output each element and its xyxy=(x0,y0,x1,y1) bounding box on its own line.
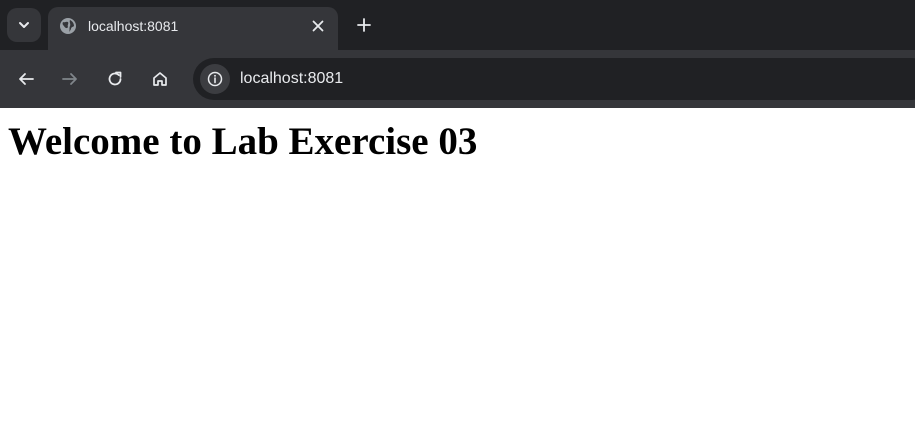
browser-window: localhost:8081 localhost:8081 Welcome to… xyxy=(0,0,915,426)
home-button[interactable] xyxy=(146,65,174,93)
navigation-toolbar: localhost:8081 xyxy=(0,50,915,108)
arrow-right-icon xyxy=(61,70,79,88)
arrow-left-icon xyxy=(17,70,35,88)
info-icon xyxy=(207,71,223,87)
close-icon[interactable] xyxy=(307,15,329,37)
new-tab-button[interactable] xyxy=(350,11,378,39)
page-viewport: Welcome to Lab Exercise 03 xyxy=(0,108,915,426)
forward-button[interactable] xyxy=(56,65,84,93)
back-button[interactable] xyxy=(12,65,40,93)
address-bar[interactable]: localhost:8081 xyxy=(193,58,915,100)
tab-search-button[interactable] xyxy=(7,8,41,42)
chevron-down-icon xyxy=(17,18,31,32)
plus-icon xyxy=(356,17,372,33)
browser-tab[interactable]: localhost:8081 xyxy=(48,7,338,50)
home-icon xyxy=(151,70,169,88)
reload-button[interactable] xyxy=(101,65,129,93)
tab-strip: localhost:8081 xyxy=(0,0,915,50)
page-heading: Welcome to Lab Exercise 03 xyxy=(8,120,478,163)
reload-icon xyxy=(106,70,124,88)
url-text[interactable]: localhost:8081 xyxy=(240,69,343,89)
globe-icon xyxy=(59,17,77,35)
tab-title: localhost:8081 xyxy=(88,18,179,34)
site-info-button[interactable] xyxy=(200,64,230,94)
